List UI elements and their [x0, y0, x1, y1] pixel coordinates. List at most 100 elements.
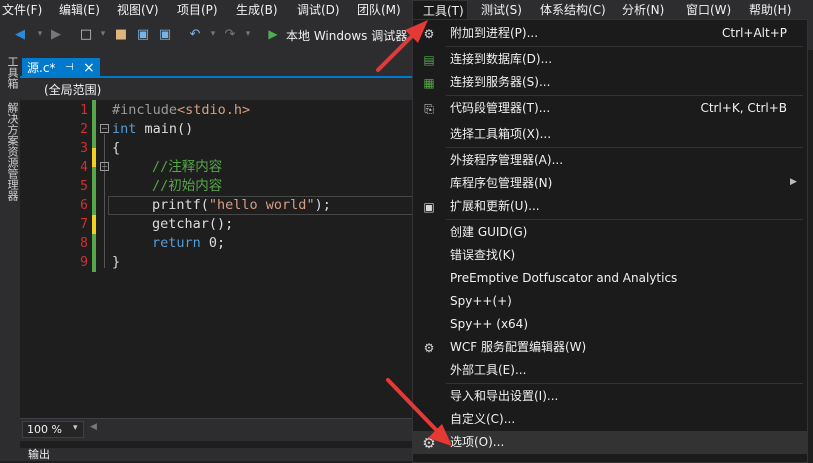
editor-status-bar: 100 % ▾ ◀	[20, 418, 413, 441]
menu-item-label: Spy++ (x64)	[450, 317, 528, 331]
menu-team[interactable]: 团队(M)	[357, 0, 401, 20]
solution-explorer-tab[interactable]: 解决方案资源管理器	[2, 102, 19, 201]
back-dropdown-icon[interactable]: ▾	[32, 26, 48, 42]
close-tab-icon[interactable]: ×	[83, 58, 95, 78]
menu-item-customize[interactable]: 自定义(C)...	[413, 408, 807, 431]
line-number: 8	[80, 236, 88, 251]
menu-item-choose-toolbox-items[interactable]: 选择工具箱项(X)...	[413, 123, 807, 146]
new-dropdown-icon[interactable]: ▾	[95, 26, 111, 42]
code-line: int main()	[112, 120, 193, 139]
change-marker-saved	[92, 100, 96, 148]
menu-item-label: WCF 服务配置编辑器(W)	[450, 340, 587, 354]
menu-item-import-export-settings[interactable]: 导入和导出设置(I)...	[413, 385, 807, 408]
toolbox-tab[interactable]: 工具箱	[2, 56, 19, 89]
menu-view[interactable]: 视图(V)	[117, 0, 159, 20]
database-connect-icon: ▤	[423, 53, 435, 67]
undo-icon[interactable]: ↶	[187, 26, 203, 42]
menu-item-label: 代码段管理器(T)...	[450, 101, 551, 115]
menu-build[interactable]: 生成(B)	[236, 0, 278, 20]
line-number: 9	[80, 255, 88, 270]
comment-line: //注释内容	[152, 159, 223, 175]
snippet-icon: ⎘	[424, 101, 434, 116]
new-project-icon[interactable]: □	[78, 26, 94, 42]
menu-item-spy[interactable]: Spy++(+)	[413, 290, 807, 313]
menu-separator	[446, 95, 803, 96]
line-number: 5	[80, 179, 88, 194]
menu-help[interactable]: 帮助(H)	[749, 0, 791, 20]
start-debug-icon[interactable]: ▶	[265, 26, 281, 42]
menu-item-connect-server[interactable]: ▦ 连接到服务器(S)...	[413, 71, 807, 94]
menu-item-extensions-updates[interactable]: ▣ 扩展和更新(U)...	[413, 195, 807, 218]
document-tab[interactable]: 源.c* ⊣ ×	[22, 58, 100, 78]
scope-dropdown[interactable]: (全局范围)	[44, 81, 101, 98]
menu-item-external-tools[interactable]: 外部工具(E)...	[413, 359, 807, 382]
keyword-token: return	[152, 235, 201, 251]
menu-item-create-guid[interactable]: 创建 GUID(G)	[413, 221, 807, 244]
undo-dropdown-icon[interactable]: ▾	[205, 26, 221, 42]
change-marker-unsaved	[92, 215, 96, 234]
chevron-down-icon: ▾	[73, 423, 78, 433]
menu-edit[interactable]: 编辑(E)	[59, 0, 100, 20]
change-marker-saved	[92, 234, 96, 272]
redo-dropdown-icon[interactable]: ▾	[240, 26, 256, 42]
menu-item-attach-to-process[interactable]: ⚙ 附加到进程(P)... Ctrl+Alt+P	[413, 22, 807, 45]
menu-item-label: 错误查找(K)	[450, 248, 516, 262]
menu-tools[interactable]: 工具(T)	[412, 0, 468, 20]
save-icon[interactable]: ▣	[135, 26, 151, 42]
menu-file[interactable]: 文件(F)	[2, 0, 42, 20]
menu-item-label: 扩展和更新(U)...	[450, 199, 540, 213]
menu-project[interactable]: 项目(P)	[177, 0, 218, 20]
menu-item-error-lookup[interactable]: 错误查找(K)	[413, 244, 807, 267]
back-icon[interactable]: ◀	[12, 26, 28, 42]
menu-item-library-package-manager[interactable]: 库程序包管理器(N) ▶	[413, 172, 807, 195]
comment-line: //初始内容	[152, 178, 223, 194]
code-line: {	[112, 140, 121, 156]
redo-icon[interactable]: ↷	[222, 26, 238, 42]
pin-icon[interactable]: ⊣	[65, 58, 74, 78]
menu-item-dotfuscator[interactable]: PreEmptive Dotfuscator and Analytics	[413, 267, 807, 290]
menu-bar: 文件(F) 编辑(E) 视图(V) 项目(P) 生成(B) 调试(D) 团队(M…	[0, 0, 813, 20]
output-tab[interactable]: 输出	[28, 448, 50, 461]
zoom-value: 100 %	[27, 423, 62, 436]
menu-item-label: PreEmptive Dotfuscator and Analytics	[450, 271, 678, 285]
code-line: return 0;	[152, 234, 225, 253]
line-number: 7	[80, 217, 88, 232]
menu-test[interactable]: 测试(S)	[481, 0, 522, 20]
open-folder-icon[interactable]: ■	[113, 26, 129, 42]
document-tab-strip: 源.c* ⊣ ×	[20, 50, 413, 78]
wcf-gear-icon: ⚙	[423, 341, 435, 355]
code-line: #include<stdio.h>	[112, 101, 250, 120]
collapse-icon[interactable]: −	[100, 162, 109, 171]
line-number: 6	[80, 198, 88, 213]
menu-analyze[interactable]: 分析(N)	[622, 0, 664, 20]
forward-icon[interactable]: ▶	[48, 26, 64, 42]
save-all-icon[interactable]: ▣	[157, 26, 173, 42]
menu-debug[interactable]: 调试(D)	[297, 0, 340, 20]
scroll-left-icon[interactable]: ◀	[90, 422, 97, 432]
menu-item-options[interactable]: ⚙ 选项(O)...	[413, 431, 807, 454]
left-side-panel-strip: 工具箱 解决方案资源管理器	[0, 50, 20, 455]
menu-item-label: 选项(O)...	[450, 435, 505, 449]
menu-item-spy-x64[interactable]: Spy++ (x64)	[413, 313, 807, 336]
tools-dropdown-menu: ⚙ 附加到进程(P)... Ctrl+Alt+P ▤ 连接到数据库(D)... …	[412, 19, 808, 463]
zoom-dropdown[interactable]: 100 % ▾	[22, 421, 84, 438]
menu-item-wcf-config-editor[interactable]: ⚙ WCF 服务配置编辑器(W)	[413, 336, 807, 359]
menu-item-label: 外接程序管理器(A)...	[450, 153, 564, 167]
identifier-token: printf(	[152, 197, 209, 213]
menu-item-label: 连接到服务器(S)...	[450, 75, 551, 89]
menu-item-connect-database[interactable]: ▤ 连接到数据库(D)...	[413, 48, 807, 71]
menu-item-snippet-manager[interactable]: ⎘ 代码段管理器(T)... Ctrl+K, Ctrl+B	[413, 97, 807, 120]
menu-item-label: 附加到进程(P)...	[450, 26, 539, 40]
code-editor[interactable]: − − 1 2 3 4 5 6 7 8 9 #include<stdio.h> …	[20, 100, 413, 418]
line-number: 4	[80, 160, 88, 175]
menu-item-label: Spy++(+)	[450, 294, 512, 308]
menu-item-label: 外部工具(E)...	[450, 363, 527, 377]
start-debugger-button[interactable]: 本地 Windows 调试器	[286, 27, 407, 44]
menu-item-addin-manager[interactable]: 外接程序管理器(A)...	[413, 149, 807, 172]
string-token: "hello world"	[208, 197, 315, 213]
menu-architecture[interactable]: 体系结构(C)	[540, 0, 606, 20]
menu-window[interactable]: 窗口(W)	[686, 0, 731, 20]
preprocessor-token: #include	[112, 102, 178, 118]
line-number: 3	[80, 141, 88, 156]
collapse-icon[interactable]: −	[100, 124, 109, 133]
